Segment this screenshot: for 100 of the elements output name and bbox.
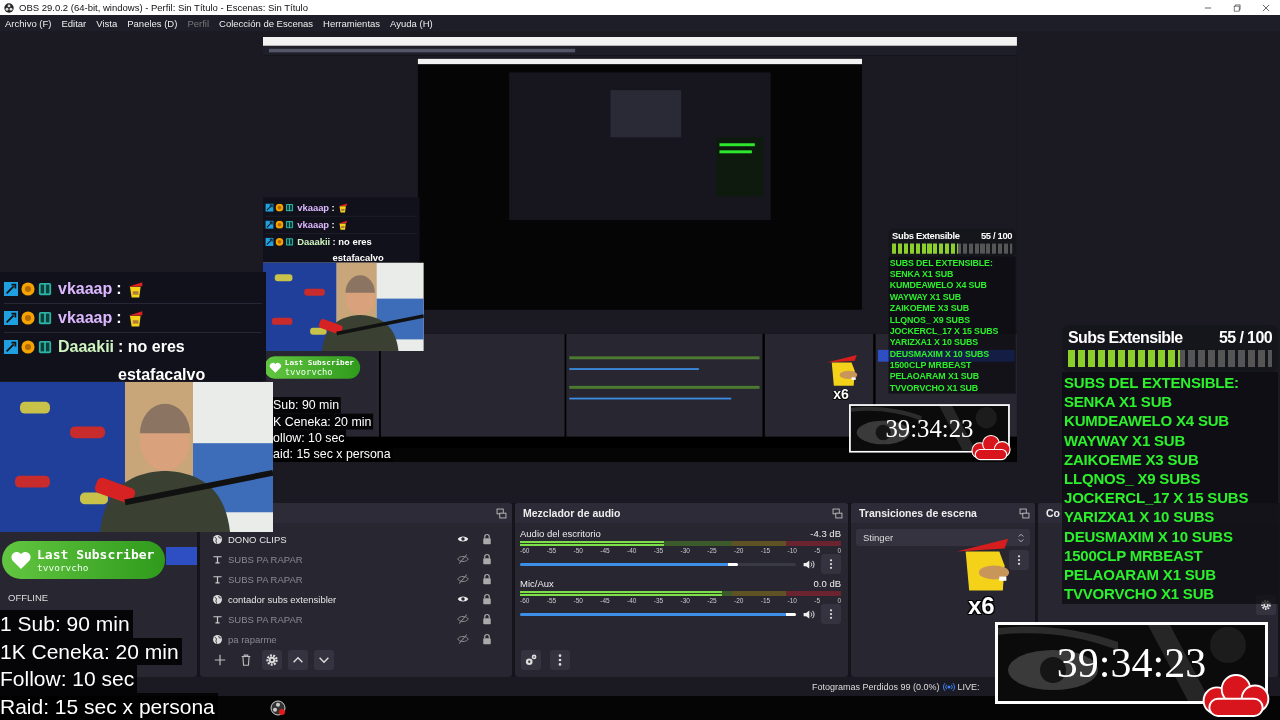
live-status: LIVE: (957, 681, 980, 692)
badge-icon (21, 311, 35, 325)
chat-username: vkaaap (58, 308, 113, 328)
menu-item[interactable]: Archivo (F) (5, 17, 52, 29)
chat-message: : (331, 218, 335, 232)
volume-reading: -4.3 dB (810, 528, 841, 539)
timer-text: 39:34:23 (1056, 639, 1207, 687)
badge-icon (4, 311, 18, 325)
source-item[interactable]: pa raparme (228, 633, 277, 645)
menu-item[interactable]: Colección de Escenas (219, 17, 314, 29)
undock-icon[interactable] (832, 507, 843, 519)
chat-message: : (116, 279, 122, 299)
chat-username: vkaaap (297, 218, 330, 232)
source-item[interactable]: SUBS PA RAPAR (228, 613, 303, 625)
dock-title: Mezclador de audio (523, 507, 621, 519)
subs-line: TVVORVCHO X1 SUB (889, 381, 979, 394)
settings-icon[interactable] (262, 650, 282, 670)
lock-icon[interactable] (481, 593, 493, 605)
chat-username: vkaaap (297, 201, 330, 215)
menu-item[interactable]: Editar (61, 17, 87, 29)
menu-icon[interactable] (1009, 550, 1029, 570)
hidden-icon[interactable] (457, 573, 469, 585)
subs-line: PELAOARAM X1 SUB (1064, 565, 1217, 585)
lock-icon[interactable] (481, 613, 493, 625)
chat-username: vkaaap (58, 279, 113, 299)
subs-line: DEUSMAXIM X 10 SUBS (1064, 526, 1234, 546)
badge-icon (4, 340, 18, 354)
subs-line: LLQNOS_ X9 SUBS (1064, 469, 1202, 489)
lock-icon[interactable] (481, 633, 493, 645)
menu-item[interactable]: Ayuda (H) (390, 17, 433, 29)
menu-item[interactable]: Vista (96, 17, 118, 29)
subs-line: SUBS DEL EXTENSIBLE: (1064, 373, 1240, 393)
subs-line: SENKA X1 SUB (1064, 392, 1173, 412)
lock-icon[interactable] (481, 533, 493, 545)
globe-icon (212, 533, 223, 545)
close-button[interactable] (1261, 2, 1271, 13)
text-source-icon (212, 613, 223, 625)
lock-icon[interactable] (481, 553, 493, 565)
volume-slider[interactable] (520, 562, 796, 566)
hidden-icon[interactable] (457, 613, 469, 625)
subs-line: YARIZXA1 X 10 SUBS (1064, 507, 1216, 527)
badge-icon (285, 237, 294, 246)
subs-line: TVVORVCHO X1 SUB (1064, 584, 1215, 604)
gears-icon[interactable] (521, 650, 541, 670)
subs-line: 1500CLP MRBEAST (889, 359, 973, 371)
subs-line: 1500CLP MRBEAST (1064, 545, 1204, 566)
hidden-icon[interactable] (457, 633, 469, 645)
badge-icon (21, 282, 35, 296)
chat-message: : (116, 308, 122, 328)
move-down-icon[interactable] (314, 650, 334, 670)
globe-icon (212, 593, 223, 605)
subs-line: YARIZXA1 X 10 SUBS (889, 336, 980, 348)
subs-line: PELAOARAM X1 SUB (889, 370, 981, 382)
menu-item[interactable]: Paneles (D) (127, 17, 178, 29)
volume-slider[interactable] (520, 612, 796, 616)
source-item[interactable]: SUBS PA RAPAR (228, 573, 303, 585)
subs-line: SUBS DEL EXTENSIBLE: (889, 257, 994, 269)
subs-line: KUMDEAWELO X4 SUB (889, 279, 988, 292)
app-icon (4, 2, 14, 13)
chat-username: Daaakii (58, 337, 115, 357)
app-taskbar-icon[interactable] (270, 700, 286, 716)
heart-icon (268, 361, 282, 375)
subs-line: DEUSMAXIM X 10 SUBS (889, 347, 991, 360)
dock-title: Transiciones de escena (859, 507, 977, 519)
window-title: OBS 29.0.2 (64-bit, windows) - Perfil: Sin Título - Escenas: Sin Título (19, 2, 309, 13)
chat-username: Daaakii (297, 235, 331, 249)
menu-item[interactable]: Herramientas (323, 17, 381, 29)
move-up-icon[interactable] (288, 650, 308, 670)
subs-line: WAYWAY X1 SUB (1064, 430, 1187, 450)
badge-icon (4, 282, 18, 296)
broadcast-icon (942, 680, 955, 693)
subs-line: JOCKERCL_17 X 15 SUBS (889, 325, 1000, 337)
heart-icon (10, 549, 32, 571)
subs-line: ZAIKOEME X3 SUB (1064, 449, 1200, 469)
scene-item[interactable]: OFFLINE (0, 589, 197, 607)
subs-count: 55 / 100 (980, 231, 1013, 242)
subscriber-name: tvvorvcho (284, 367, 334, 377)
menu-icon[interactable] (821, 604, 841, 624)
timer-text: 39:34:23 (885, 414, 974, 443)
dock-title: Co (1046, 507, 1060, 519)
source-item[interactable]: SUBS PA RAPAR (228, 553, 303, 565)
undock-icon[interactable] (496, 507, 507, 519)
menu-icon[interactable] (550, 650, 570, 670)
source-item[interactable]: DONO CLIPS (228, 533, 287, 545)
banner-title: Last Subscriber (37, 547, 155, 562)
text-source-icon (212, 553, 223, 565)
badge-icon (38, 311, 52, 325)
transition-select[interactable]: Stinger (856, 529, 1030, 546)
subs-title: Subs Extensible (892, 231, 960, 242)
badge-icon (285, 220, 294, 229)
source-item[interactable]: contador subs extensibler (228, 593, 337, 605)
menu-icon[interactable] (821, 554, 841, 574)
sticker-count: x6 (968, 593, 995, 619)
badge-icon (21, 340, 35, 354)
badge-icon (285, 203, 294, 212)
restore-button[interactable] (1232, 2, 1242, 13)
hidden-icon[interactable] (457, 553, 469, 565)
lock-icon[interactable] (481, 573, 493, 585)
undock-icon[interactable] (1019, 507, 1030, 519)
channel-name: Audio del escritorio (520, 528, 601, 539)
